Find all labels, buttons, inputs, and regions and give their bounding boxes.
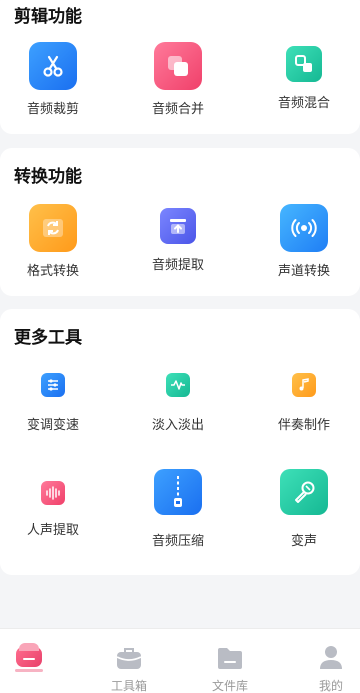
- tool-label: 格式转换: [26, 264, 79, 279]
- tool-audio-compress[interactable]: 音频压缩: [118, 469, 238, 549]
- tool-audio-merge[interactable]: 音频合并: [118, 42, 238, 117]
- tool-label: 声道转换: [277, 264, 330, 279]
- tool-label: 变调变速: [26, 418, 79, 433]
- folder-icon: [218, 648, 242, 669]
- music-note-icon: [292, 373, 316, 397]
- tool-voice-changer[interactable]: 变声: [244, 469, 360, 549]
- toolbox-icon: [116, 648, 142, 669]
- scissors-icon: [29, 42, 77, 90]
- nav-profile[interactable]: 我的: [286, 629, 360, 693]
- bottom-nav: 工具箱 文件库 我的: [0, 628, 360, 693]
- nav-files[interactable]: 文件库: [185, 629, 275, 693]
- tool-pitch-speed[interactable]: 变调变速: [0, 373, 113, 433]
- nav-toolbox[interactable]: 工具箱: [84, 629, 174, 693]
- tool-label: 音频提取: [151, 258, 204, 273]
- merge-squares-icon: [154, 42, 202, 90]
- tool-label: 音频裁剪: [26, 102, 79, 117]
- microphone-icon: [280, 469, 328, 515]
- tool-label: 淡入淡出: [151, 418, 204, 433]
- edit-section: 剪辑功能 音频裁剪 音频合并 音频混合: [0, 0, 360, 134]
- tool-audio-mix[interactable]: 音频混合: [244, 46, 360, 111]
- nav-label: 我的: [318, 679, 343, 693]
- nav-label: 工具箱: [110, 679, 147, 693]
- tool-label: 变声: [290, 534, 317, 549]
- tool-label: 音频混合: [277, 96, 330, 111]
- tool-channel-convert[interactable]: 声道转换: [244, 204, 360, 279]
- section-title: 更多工具: [14, 328, 82, 348]
- tool-label: 人声提取: [26, 523, 79, 538]
- format-convert-icon: [29, 204, 77, 252]
- more-section: 更多工具 变调变速 淡入淡出 伴奏制作 人声提取 音频压缩 变声: [0, 309, 360, 575]
- tool-audio-extract[interactable]: 音频提取: [118, 208, 238, 273]
- tool-label: 音频合并: [151, 102, 204, 117]
- convert-section: 转换功能 格式转换 音频提取 声道转换: [0, 148, 360, 296]
- fade-wave-icon: [166, 373, 190, 397]
- tool-label: 伴奏制作: [277, 418, 330, 433]
- nav-label: 文件库: [211, 679, 248, 693]
- sliders-icon: [41, 373, 65, 397]
- home-icon: [16, 643, 42, 667]
- mix-squares-icon: [286, 46, 322, 82]
- voice-wave-icon: [41, 481, 65, 505]
- section-title: 转换功能: [14, 167, 82, 187]
- tool-label: 音频压缩: [151, 534, 204, 549]
- channel-broadcast-icon: [280, 204, 328, 252]
- zip-compress-icon: [154, 469, 202, 515]
- nav-home[interactable]: [0, 629, 74, 693]
- active-indicator: [15, 669, 43, 672]
- tool-vocal-extract[interactable]: 人声提取: [0, 481, 113, 538]
- user-icon: [320, 646, 342, 669]
- tool-fade[interactable]: 淡入淡出: [118, 373, 238, 433]
- tool-audio-cut[interactable]: 音频裁剪: [0, 42, 113, 117]
- section-title: 剪辑功能: [14, 7, 82, 27]
- tool-format-convert[interactable]: 格式转换: [0, 204, 113, 279]
- tool-accompaniment[interactable]: 伴奏制作: [244, 373, 360, 433]
- extract-upload-icon: [160, 208, 196, 244]
